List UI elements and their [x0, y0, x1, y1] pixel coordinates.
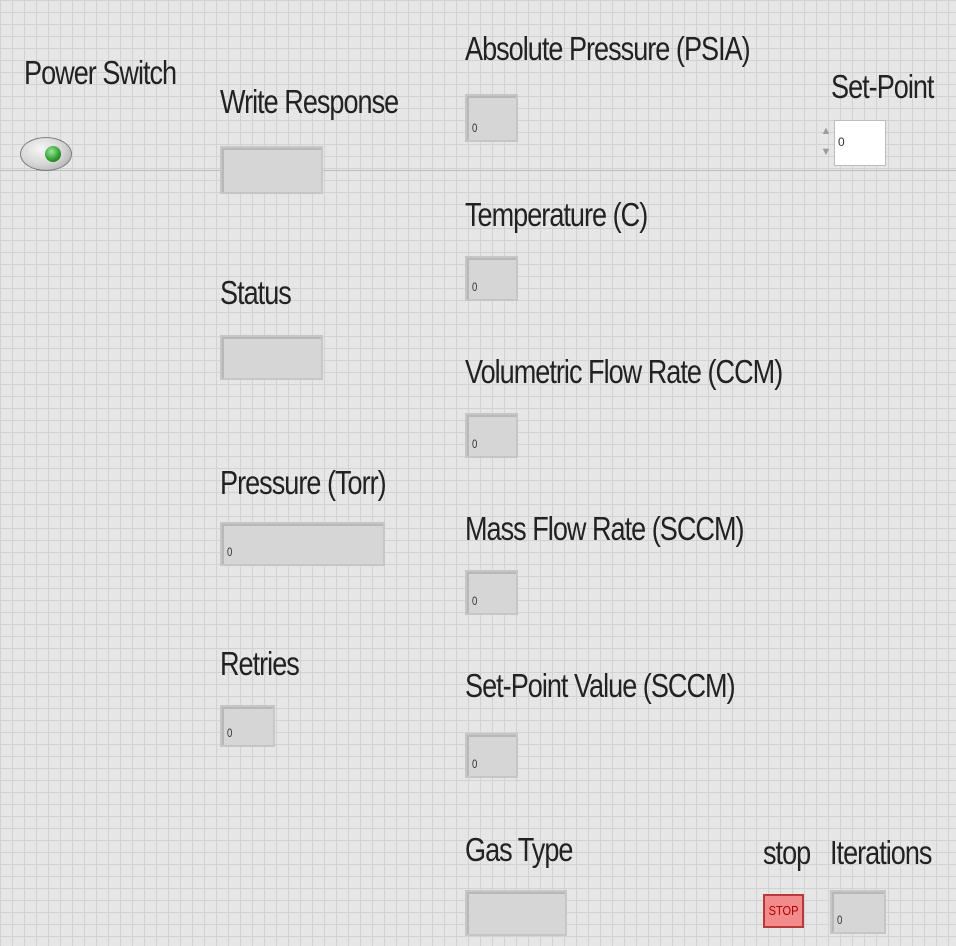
set-point-value-label: Set-Point Value (SCCM) — [465, 667, 736, 704]
volumetric-flow-label: Volumetric Flow Rate (CCM) — [465, 353, 783, 390]
set-point-input[interactable]: 0 — [834, 120, 886, 166]
set-point-value-indicator: 0 — [465, 733, 518, 778]
gas-type-label: Gas Type — [465, 831, 573, 868]
front-panel: Power Switch Write Response Status Press… — [0, 0, 956, 946]
write-response-indicator — [220, 146, 323, 194]
pressure-torr-value: 0 — [227, 545, 233, 559]
iterations-value: 0 — [837, 913, 843, 927]
retries-indicator: 0 — [220, 705, 275, 747]
mass-flow-label: Mass Flow Rate (SCCM) — [465, 510, 745, 547]
stop-label: stop — [763, 834, 811, 871]
pressure-torr-indicator: 0 — [220, 522, 385, 566]
iterations-indicator: 0 — [830, 890, 886, 934]
retries-label: Retries — [220, 645, 300, 682]
absolute-pressure-indicator: 0 — [465, 94, 518, 142]
retries-value: 0 — [227, 726, 233, 740]
set-point-label: Set-Point — [831, 68, 934, 105]
volumetric-flow-value: 0 — [472, 437, 478, 451]
mass-flow-indicator: 0 — [465, 570, 518, 615]
status-indicator — [220, 335, 323, 380]
gas-type-indicator — [465, 890, 567, 936]
absolute-pressure-value: 0 — [472, 121, 478, 135]
set-point-value-value: 0 — [472, 757, 478, 771]
divider-line — [0, 170, 956, 171]
status-label: Status — [220, 274, 292, 311]
power-switch-label: Power Switch — [24, 54, 177, 91]
power-switch[interactable] — [20, 137, 72, 171]
set-point-value: 0 — [838, 135, 845, 149]
set-point-stepper[interactable]: ▲ ▼ — [820, 121, 832, 163]
pressure-torr-label: Pressure (Torr) — [220, 464, 387, 501]
temperature-label: Temperature (C) — [465, 196, 648, 233]
temperature-indicator: 0 — [465, 256, 518, 301]
increment-arrow-icon[interactable]: ▲ — [820, 121, 832, 141]
write-response-label: Write Response — [220, 83, 399, 120]
iterations-label: Iterations — [830, 834, 932, 871]
stop-button[interactable]: STOP — [763, 894, 804, 928]
stop-button-text: STOP — [768, 903, 799, 918]
power-led-icon — [45, 146, 61, 162]
temperature-value: 0 — [472, 280, 478, 294]
mass-flow-value: 0 — [472, 594, 478, 608]
decrement-arrow-icon[interactable]: ▼ — [820, 142, 832, 162]
volumetric-flow-indicator: 0 — [465, 413, 518, 458]
absolute-pressure-label: Absolute Pressure (PSIA) — [465, 30, 751, 67]
